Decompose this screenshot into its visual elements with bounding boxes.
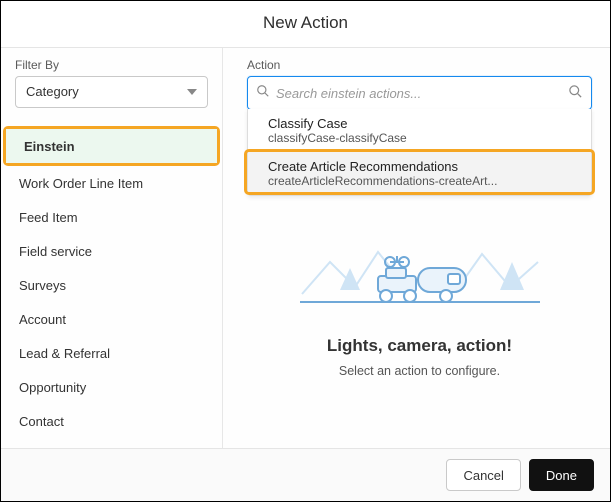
category-item-field-service[interactable]: Field service	[1, 234, 222, 268]
dropdown-item-create-article-recommendations[interactable]: Create Article Recommendations createArt…	[248, 152, 591, 195]
category-item-feed-item[interactable]: Feed Item	[1, 200, 222, 234]
category-list: Einstein Work Order Line Item Feed Item …	[1, 126, 222, 448]
right-pane: Action Classify Case classifyCase-classi…	[223, 48, 610, 448]
search-icon	[568, 84, 583, 103]
empty-state-subtitle: Select an action to configure.	[247, 364, 592, 378]
chevron-down-icon	[187, 89, 197, 95]
modal-title: New Action	[1, 1, 610, 48]
action-search-wrap[interactable]	[247, 76, 592, 110]
category-highlight: Einstein	[3, 126, 220, 166]
action-search-input[interactable]	[276, 86, 568, 101]
filter-category-select[interactable]: Category	[15, 76, 208, 108]
action-label: Action	[247, 58, 592, 72]
category-item-work-order-line-item[interactable]: Work Order Line Item	[1, 166, 222, 200]
left-pane: Filter By Category Einstein Work Order L…	[1, 48, 223, 448]
category-item-asset[interactable]: Asset	[1, 438, 222, 448]
modal-footer: Cancel Done	[1, 448, 610, 501]
search-icon	[256, 84, 270, 102]
category-item-contact[interactable]: Contact	[1, 404, 222, 438]
cancel-button[interactable]: Cancel	[446, 459, 520, 491]
category-item-einstein[interactable]: Einstein	[6, 129, 217, 163]
category-item-opportunity[interactable]: Opportunity	[1, 370, 222, 404]
filter-by-label: Filter By	[1, 58, 222, 76]
category-item-lead-referral[interactable]: Lead & Referral	[1, 336, 222, 370]
illustration-area: Lights, camera, action! Select an action…	[247, 196, 592, 378]
category-item-account[interactable]: Account	[1, 302, 222, 336]
new-action-modal: New Action Filter By Category Einstein W…	[0, 0, 611, 502]
filter-selected-value: Category	[26, 77, 79, 107]
category-item-surveys[interactable]: Surveys	[1, 268, 222, 302]
done-button[interactable]: Done	[529, 459, 594, 491]
empty-state-title: Lights, camera, action!	[247, 336, 592, 356]
dropdown-item-classify-case[interactable]: Classify Case classifyCase-classifyCase	[248, 109, 591, 152]
illustration-icon	[300, 232, 540, 320]
action-dropdown: Classify Case classifyCase-classifyCase …	[247, 109, 592, 196]
modal-body: Filter By Category Einstein Work Order L…	[1, 48, 610, 448]
